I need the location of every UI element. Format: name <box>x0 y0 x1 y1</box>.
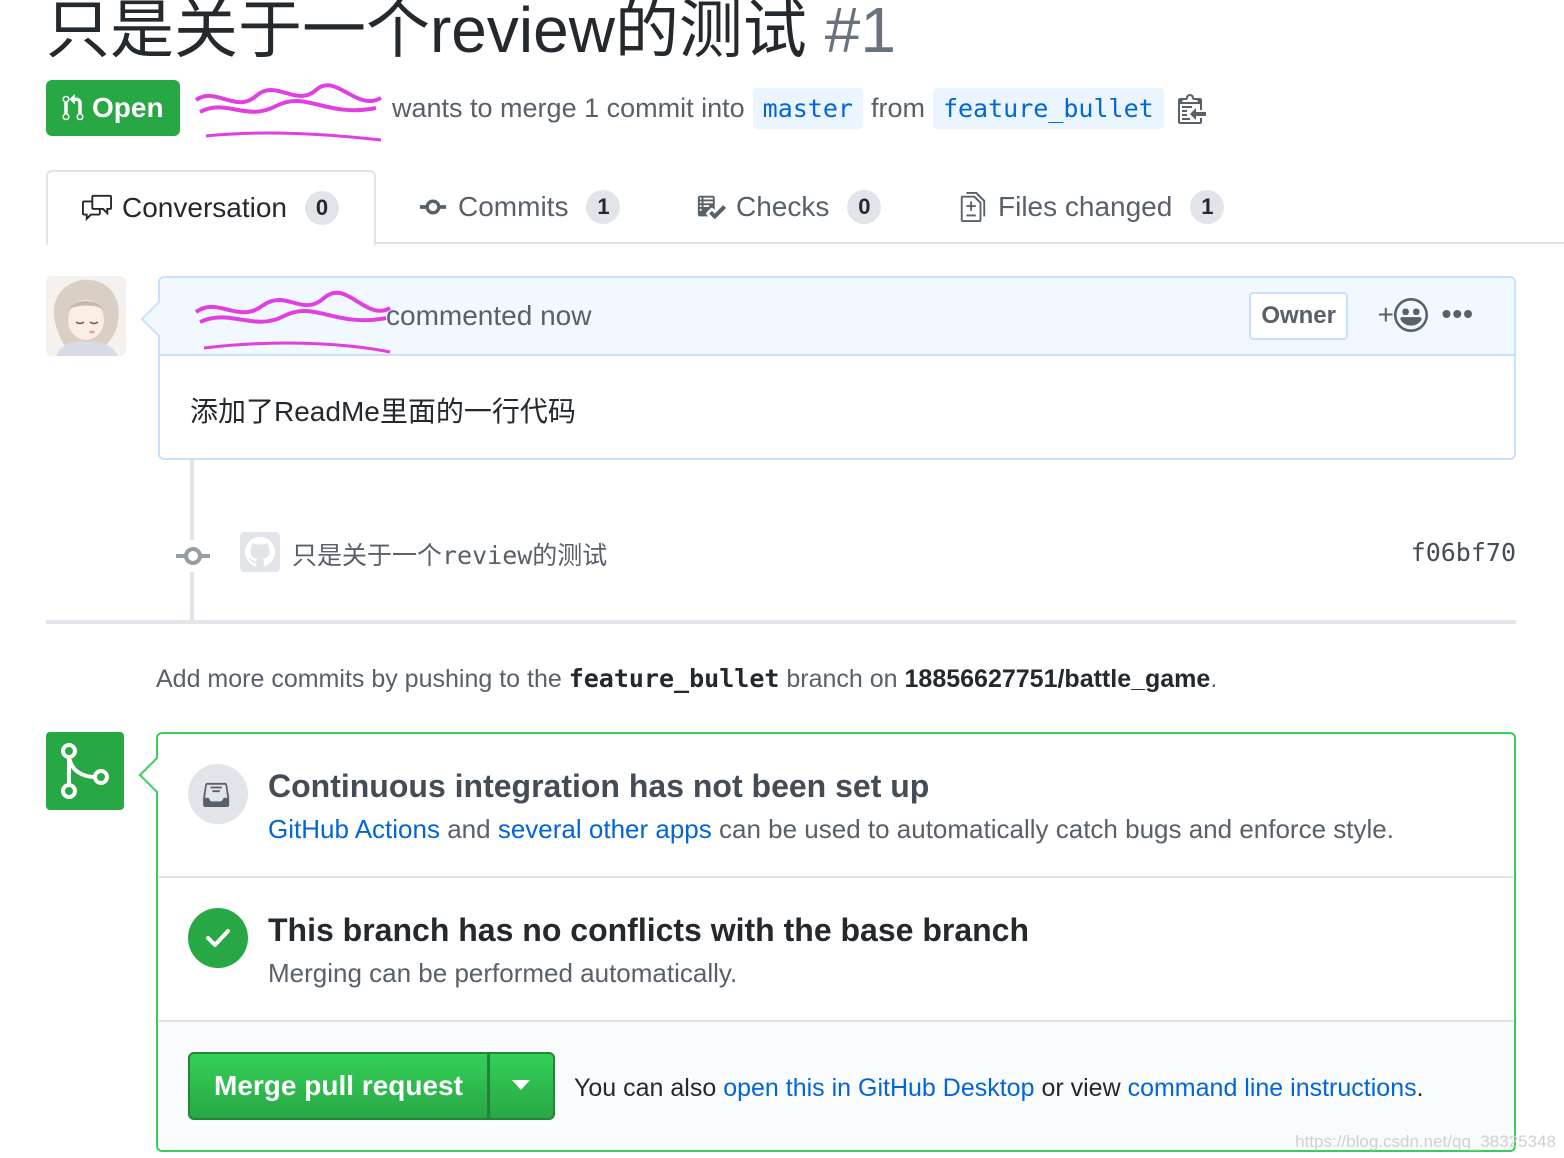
redaction-scribble <box>194 83 382 142</box>
checklist-icon <box>697 195 726 220</box>
conflict-subtitle: Merging can be performed automatically. <box>268 958 738 988</box>
tab-commits-label: Commits <box>458 191 569 222</box>
comment-action: commented now <box>386 300 592 331</box>
merge-box: Continuous integration has not been set … <box>156 732 1516 1152</box>
ci-status-icon <box>188 764 248 824</box>
github-actions-link[interactable]: GitHub Actions <box>268 814 440 844</box>
push-hint-middle: branch on <box>786 665 898 693</box>
git-pull-request-icon <box>62 94 84 121</box>
tab-checks-label: Checks <box>736 191 830 222</box>
reaction-plus: + <box>1377 299 1394 330</box>
push-hint-branch: feature_bullet <box>568 664 780 693</box>
pr-number: #1 <box>824 0 896 66</box>
merge-button-group: Merge pull request <box>188 1052 555 1120</box>
conflict-title: This branch has no conflicts with the ba… <box>268 912 1030 948</box>
pr-meta-wants: wants to merge 1 commit into <box>392 92 745 123</box>
merge-method-dropdown[interactable] <box>488 1052 555 1120</box>
timeline-divider <box>46 620 1516 624</box>
watermark: https://blog.csdn.net/qq_38325348 <box>1295 1132 1556 1151</box>
tab-checks[interactable]: Checks 0 <box>694 170 882 244</box>
comment-author-redacted[interactable] <box>190 290 392 354</box>
comment-discussion-icon <box>82 194 112 222</box>
inbox-icon <box>203 782 230 807</box>
also-middle: or view <box>1041 1074 1121 1102</box>
comment-body: 添加了ReadMe里面的一行代码 <box>190 396 576 427</box>
tab-conversation-count: 0 <box>304 191 339 225</box>
merge-action-section: Merge pull request You can also open thi… <box>158 1022 1514 1150</box>
push-hint-suffix: . <box>1210 665 1218 693</box>
tab-files-changed[interactable]: Files changed 1 <box>956 170 1225 244</box>
pr-title-text: 只是关于一个review的测试 <box>46 0 807 66</box>
avatar-illustration <box>46 276 126 356</box>
author-link-redacted[interactable] <box>186 83 386 142</box>
base-branch-ref[interactable]: master <box>752 87 863 129</box>
tab-conversation[interactable]: Conversation 0 <box>46 170 376 246</box>
tab-conversation-label: Conversation <box>122 192 287 223</box>
clippy-icon[interactable] <box>1177 92 1206 124</box>
more-options-button[interactable]: ••• <box>1442 298 1474 330</box>
pr-title: 只是关于一个review的测试 #1 <box>46 0 896 68</box>
command-line-instructions-link[interactable]: command line instructions <box>1128 1074 1417 1102</box>
git-merge-icon <box>61 743 109 799</box>
open-in-desktop-link[interactable]: open this in GitHub Desktop <box>723 1074 1034 1102</box>
ci-rest: can be used to automatically catch bugs … <box>718 814 1394 844</box>
pr-state-badge: Open <box>46 80 180 136</box>
also-suffix: . <box>1416 1074 1424 1102</box>
smiley-icon <box>1394 298 1428 332</box>
comment-box: commented now Owner + ••• 添加了ReadMe里面的一行… <box>158 276 1516 460</box>
conflict-section: This branch has no conflicts with the ba… <box>158 878 1514 1022</box>
triangle-down-icon <box>512 1080 531 1090</box>
merge-pull-request-button[interactable]: Merge pull request <box>188 1052 489 1120</box>
github-octocat-icon <box>245 537 275 567</box>
other-apps-link[interactable]: several other apps <box>498 814 712 844</box>
pr-meta-from: from <box>870 92 925 123</box>
avatar[interactable] <box>46 276 126 356</box>
pr-tabnav: Conversation 0 Commits 1 Checks 0 Files … <box>46 170 1564 246</box>
merge-status-icon-box <box>46 732 124 810</box>
tab-files-changed-label: Files changed <box>998 191 1173 222</box>
check-icon <box>206 929 230 947</box>
push-hint: Add more commits by pushing to the featu… <box>156 664 1217 694</box>
commit-sha[interactable]: f06bf70 <box>1411 538 1516 567</box>
ci-and: and <box>447 814 491 844</box>
owner-label: Owner <box>1249 292 1348 340</box>
tab-files-changed-count: 1 <box>1190 190 1225 224</box>
file-diff-icon <box>960 192 986 222</box>
add-reaction-button[interactable]: + <box>1378 298 1428 332</box>
tab-checks-count: 0 <box>847 190 882 224</box>
tab-commits-count: 1 <box>586 190 621 224</box>
git-commit-icon <box>419 199 447 215</box>
ci-subtitle: GitHub Actions and several other apps ca… <box>268 814 1394 845</box>
head-branch-ref[interactable]: feature_bullet <box>932 87 1164 129</box>
pr-state-label: Open <box>92 92 164 123</box>
conflict-status-icon <box>188 908 248 968</box>
comment-header: commented now Owner + ••• <box>160 278 1514 356</box>
redaction-scribble <box>194 290 392 354</box>
commit-message[interactable]: 只是关于一个review的测试 <box>292 536 607 572</box>
pr-meta: wants to merge 1 commit into master from… <box>186 83 1206 142</box>
also-prefix: You can also <box>574 1074 717 1102</box>
git-commit-icon <box>176 540 210 572</box>
tab-commits[interactable]: Commits 1 <box>416 170 621 244</box>
push-hint-repo: 18856627751/battle_game <box>904 665 1211 693</box>
push-hint-prefix: Add more commits by pushing to the <box>156 665 562 693</box>
ci-title: Continuous integration has not been set … <box>268 768 930 804</box>
merge-alternatives: You can also open this in GitHub Desktop… <box>574 1074 1424 1103</box>
ci-section: Continuous integration has not been set … <box>158 734 1514 878</box>
commit-author-avatar[interactable] <box>240 532 280 572</box>
